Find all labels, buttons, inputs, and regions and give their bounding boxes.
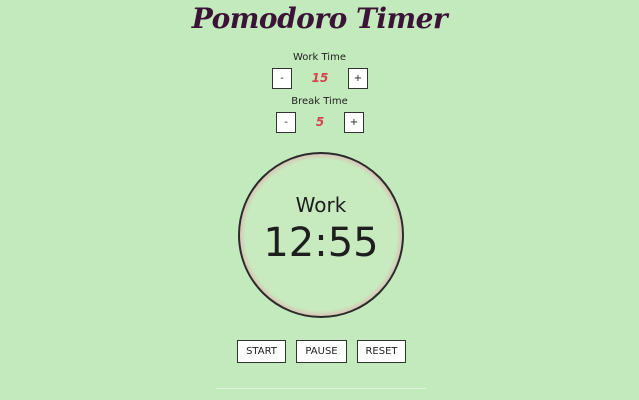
reset-button[interactable]: RESET [357,340,406,363]
break-time-value: 5 [315,115,325,129]
timer-display: 12:55 [263,220,379,266]
pomodoro-app: Pomodoro Timer Work Time - 15 + Break Ti… [0,0,639,400]
break-increment-button[interactable]: + [344,112,364,133]
work-time-value: 15 [311,71,329,85]
pause-button[interactable]: PAUSE [296,340,347,363]
break-time-label: Break Time [291,96,348,107]
work-decrement-button[interactable]: - [272,68,292,89]
work-time-label: Work Time [293,52,346,63]
work-increment-button[interactable]: + [348,68,368,89]
break-decrement-button[interactable]: - [276,112,296,133]
timer-mode-label: Work [295,193,347,217]
start-button[interactable]: START [237,340,286,363]
app-title: Pomodoro Timer [191,2,448,35]
footer-divider [216,388,426,389]
